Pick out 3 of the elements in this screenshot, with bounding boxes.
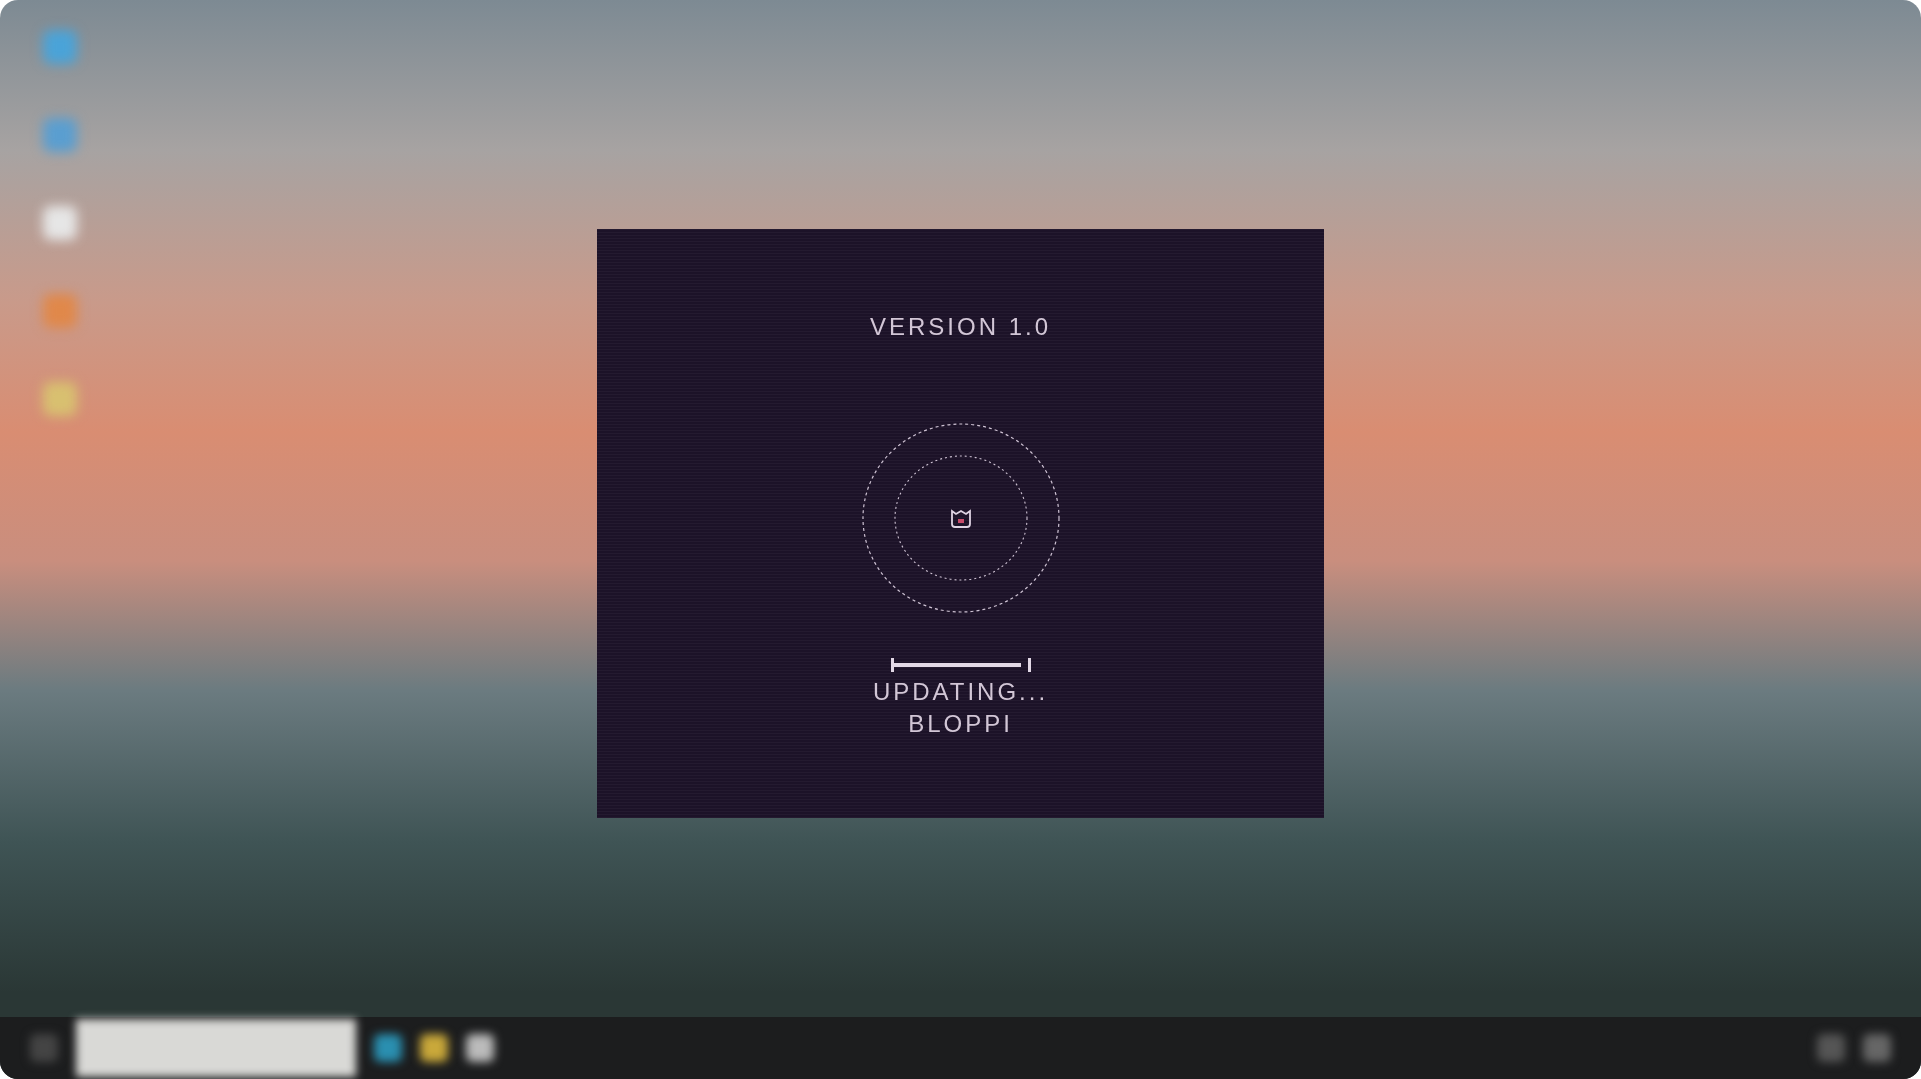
app-name: BLOPPI xyxy=(908,710,1013,738)
version-label: VERSION 1.0 xyxy=(869,313,1052,341)
status-text: UPDATING... xyxy=(872,678,1049,706)
